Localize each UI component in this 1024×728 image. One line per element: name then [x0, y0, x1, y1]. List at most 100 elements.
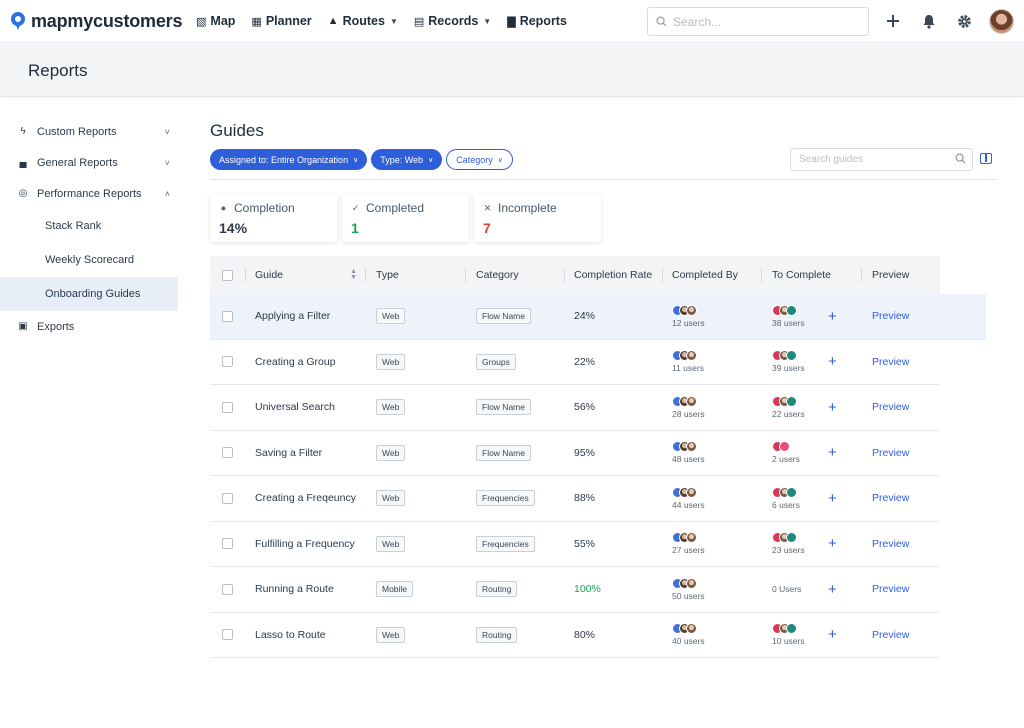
add-icon[interactable]: +: [828, 490, 837, 507]
select-all-checkbox[interactable]: [222, 269, 233, 281]
row-checkbox[interactable]: [222, 629, 233, 641]
user-avatar: [686, 395, 697, 407]
to-complete-users[interactable]: 0 Users: [772, 584, 801, 594]
row-checkbox[interactable]: [222, 356, 233, 368]
sidebar-subitem-stack-rank[interactable]: Stack Rank: [0, 209, 178, 243]
completed-by-users[interactable]: 28 users: [672, 395, 705, 419]
guides-search[interactable]: [790, 148, 973, 171]
nav-map[interactable]: ▧ Map: [196, 14, 235, 28]
category-tag: Frequencies: [476, 490, 535, 507]
sidebar-item-performance-reports[interactable]: ◎ Performance Reports ˄: [0, 178, 178, 209]
add-icon[interactable]: +: [828, 581, 837, 598]
table-row[interactable]: Universal Search Web Flow Name 56% 28 users 2…: [210, 385, 940, 431]
add-icon[interactable]: +: [828, 399, 837, 416]
table-row[interactable]: Fulfilling a Frequency Web Frequencies 55% 2…: [210, 522, 940, 567]
add-icon[interactable]: +: [828, 308, 837, 325]
guides-search-input[interactable]: [799, 154, 949, 165]
to-complete-users[interactable]: 2 users: [772, 441, 800, 464]
sort-icon[interactable]: ▲ ▼: [350, 268, 357, 281]
completed-by-cell: 48 users: [662, 431, 761, 476]
brand-logo[interactable]: mapmycustomers: [10, 11, 188, 32]
bell-icon[interactable]: [919, 11, 939, 31]
divider: [210, 179, 997, 180]
nav-planner[interactable]: ▦ Planner: [251, 14, 311, 28]
completion-rate: 55%: [574, 537, 596, 550]
row-checkbox[interactable]: [222, 401, 233, 413]
add-icon[interactable]: +: [828, 353, 837, 370]
completion-rate-cell: 22%: [564, 340, 662, 385]
column-header-guide[interactable]: Guide ▲ ▼: [245, 256, 365, 294]
sidebar-item-exports[interactable]: ▣ Exports: [0, 311, 178, 342]
preview-link[interactable]: Preview: [872, 447, 909, 459]
preview-link[interactable]: Preview: [872, 310, 909, 322]
global-search[interactable]: [647, 7, 869, 36]
to-complete-users[interactable]: 10 users: [772, 623, 805, 646]
sidebar-subitem-weekly-scorecard[interactable]: Weekly Scorecard: [0, 243, 178, 277]
completed-by-users[interactable]: 11 users: [672, 350, 704, 373]
table-row[interactable]: Applying a Filter Web Flow Name 24% 12 users…: [210, 294, 986, 340]
column-layout-icon[interactable]: [980, 153, 992, 164]
global-search-input[interactable]: [673, 14, 853, 29]
column-header-preview[interactable]: Preview: [861, 256, 940, 294]
to-complete-users[interactable]: 22 users: [772, 395, 805, 419]
to-complete-users[interactable]: 38 users: [772, 304, 805, 328]
preview-link[interactable]: Preview: [872, 583, 909, 595]
table-row[interactable]: Creating a Group Web Groups 22% 11 users 39 u…: [210, 340, 940, 385]
to-complete-users[interactable]: 6 users: [772, 486, 800, 510]
row-checkbox[interactable]: [222, 447, 233, 459]
table-row[interactable]: Lasso to Route Web Routing 80% 40 users 10 us…: [210, 613, 940, 658]
completed-by-users[interactable]: 48 users: [672, 441, 705, 464]
to-complete-cell: 39 users +: [761, 340, 861, 385]
row-checkbox[interactable]: [222, 310, 233, 322]
row-select-cell: [210, 522, 245, 567]
sidebar-subitem-onboarding-guides[interactable]: Onboarding Guides: [0, 277, 178, 311]
user-avatar[interactable]: [989, 9, 1014, 34]
column-header-to-complete[interactable]: To Complete: [761, 256, 861, 294]
add-icon[interactable]: +: [828, 626, 837, 643]
column-header-completion-rate[interactable]: Completion Rate: [564, 256, 662, 294]
category-tag: Groups: [476, 353, 516, 370]
table-row[interactable]: Saving a Filter Web Flow Name 95% 48 users 2 …: [210, 431, 940, 476]
sidebar-item-general-reports[interactable]: ▄ General Reports ˅: [0, 147, 178, 178]
column-header-completed-by[interactable]: Completed By: [662, 256, 761, 294]
nav-records[interactable]: ▤ Records ▼: [414, 14, 491, 28]
table-row[interactable]: Creating a Freqeuncy Web Frequencies 88% 44 …: [210, 476, 940, 522]
preview-link[interactable]: Preview: [872, 492, 909, 504]
lightning-icon: ϟ: [20, 126, 26, 137]
add-icon[interactable]: +: [828, 535, 837, 552]
completion-rate-cell: 88%: [564, 476, 662, 521]
nav-reports[interactable]: ▇ Reports: [507, 14, 567, 28]
filter-chip[interactable]: Category ∨: [446, 149, 513, 170]
column-header-category[interactable]: Category: [465, 256, 564, 294]
add-icon[interactable]: +: [828, 444, 837, 461]
filter-chip[interactable]: Assigned to: Entire Organization ∨: [210, 149, 368, 170]
preview-link[interactable]: Preview: [872, 538, 909, 550]
to-complete-users[interactable]: 39 users: [772, 350, 805, 373]
nav-routes[interactable]: ▲ Routes ▼: [328, 14, 398, 28]
table-row[interactable]: Running a Route Mobile Routing 100% 50 users…: [210, 567, 940, 613]
section-title: Guides: [210, 121, 264, 140]
to-complete-users[interactable]: 23 users: [772, 532, 805, 555]
filter-chip[interactable]: Type: Web ∨: [371, 149, 443, 170]
completed-by-users[interactable]: 40 users: [672, 623, 705, 646]
row-checkbox[interactable]: [222, 583, 233, 595]
completed-by-users[interactable]: 50 users: [672, 577, 705, 601]
row-checkbox[interactable]: [222, 538, 233, 550]
completed-by-users[interactable]: 27 users: [672, 532, 705, 555]
preview-link[interactable]: Preview: [872, 356, 909, 368]
add-icon[interactable]: [883, 11, 903, 31]
completion-rate-cell: 80%: [564, 613, 662, 658]
completed-by-users[interactable]: 44 users: [672, 486, 705, 510]
completed-by-users[interactable]: 12 users: [672, 304, 705, 328]
avatar-stack: [672, 486, 705, 498]
gear-icon[interactable]: [954, 11, 974, 31]
chevron-down-icon: ∨: [497, 156, 503, 164]
chevron-down-icon: ∨: [428, 156, 434, 164]
user-count: 22 users: [772, 408, 805, 419]
preview-link[interactable]: Preview: [872, 401, 909, 413]
category-cell: Routing: [465, 567, 564, 612]
column-header-type[interactable]: Type: [365, 256, 465, 294]
row-checkbox[interactable]: [222, 492, 233, 504]
preview-link[interactable]: Preview: [872, 629, 909, 641]
sidebar-item-custom-reports[interactable]: ϟ Custom Reports ˅: [0, 116, 178, 147]
